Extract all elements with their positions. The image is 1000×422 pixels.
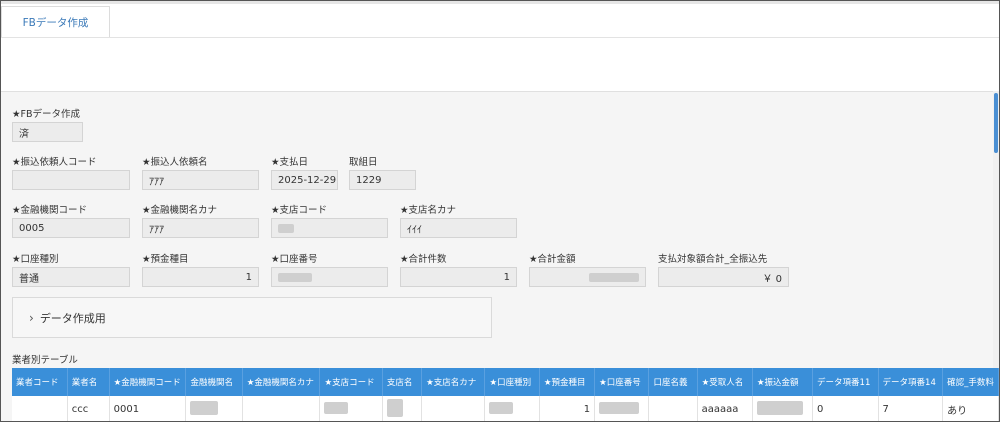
table-header-row: 業者コード 業者名 ★金融機関コード 金融機関名 ★金融機関名カナ ★支店コード… xyxy=(12,368,999,396)
table-cell: aaaaaa xyxy=(697,396,753,421)
redacted-value xyxy=(278,272,312,282)
data-create-section[interactable]: › データ作成用 xyxy=(12,297,492,338)
column-header[interactable]: 業者名 xyxy=(67,368,110,396)
table-cell xyxy=(421,396,486,421)
total-amount-field[interactable] xyxy=(529,267,646,287)
requester-code-label: ★振込依頼人コード xyxy=(12,157,97,168)
branch-code-field[interactable] xyxy=(271,218,388,238)
chevron-right-icon: › xyxy=(29,310,34,325)
redacted-value xyxy=(190,401,219,416)
column-header[interactable]: ★口座種別 xyxy=(484,368,540,396)
bank-kana-field[interactable]: ｱｱｱ xyxy=(142,218,259,238)
column-header[interactable]: ★受取人名 xyxy=(697,368,753,396)
payment-total-field[interactable]: ￥ 0 xyxy=(658,267,789,287)
column-header[interactable]: ★振込金額 xyxy=(752,368,814,396)
table-row[interactable]: ccc 0001 1 aaaaaa 0 7 あり xyxy=(12,396,999,421)
account-number-field[interactable] xyxy=(271,267,388,287)
redacted-value xyxy=(756,401,803,416)
app-window: FBデータ作成 ★FBデータ作成 済 ★振込依頼人コード ★振込人依頼名 ｱｱｱ… xyxy=(0,0,1000,422)
account-number-label: ★口座番号 xyxy=(271,254,318,265)
top-border xyxy=(1,1,999,4)
bank-kana-label: ★金融機関名カナ xyxy=(142,205,218,216)
column-header[interactable]: 金融機関名 xyxy=(185,368,243,396)
table-cell xyxy=(382,396,423,421)
tab-divider xyxy=(1,37,999,38)
table-cell: 1 xyxy=(539,396,596,421)
pay-date-label: ★支払日 xyxy=(271,157,309,168)
requester-code-field[interactable] xyxy=(12,170,130,190)
table-cell xyxy=(484,396,540,421)
branch-kana-field[interactable]: ｲｲｲ xyxy=(400,218,517,238)
column-header[interactable]: 支店名 xyxy=(382,368,423,396)
bank-code-label: ★金融機関コード xyxy=(12,205,88,216)
column-header[interactable]: ★金融機関コード xyxy=(109,368,187,396)
total-amount-label: ★合計金額 xyxy=(529,254,576,265)
table-title: 業者別テーブル xyxy=(12,355,78,366)
table-cell xyxy=(594,396,650,421)
fb-created-label: ★FBデータ作成 xyxy=(12,109,80,120)
fb-created-field[interactable]: 済 xyxy=(12,122,83,142)
table-cell xyxy=(752,396,814,421)
account-type-label: ★口座種別 xyxy=(12,254,59,265)
redacted-value xyxy=(324,402,349,415)
column-header[interactable]: ★預金種目 xyxy=(539,368,596,396)
deposit-item-label: ★預金種目 xyxy=(142,254,189,265)
requester-name-label: ★振込人依頼名 xyxy=(142,157,208,168)
table-cell xyxy=(185,396,243,421)
table-cell: 0 xyxy=(812,396,879,421)
table-cell: 7 xyxy=(878,396,944,421)
column-header[interactable]: ★口座番号 xyxy=(594,368,650,396)
column-header[interactable]: ★支店名カナ xyxy=(421,368,486,396)
table-cell: ccc xyxy=(67,396,110,421)
requester-name-field[interactable]: ｱｱｱ xyxy=(142,170,259,190)
redacted-value xyxy=(589,272,639,282)
total-count-label: ★合計件数 xyxy=(400,254,447,265)
group-date-label: 取組日 xyxy=(349,157,378,168)
group-date-field[interactable]: 1229 xyxy=(349,170,416,190)
redacted-value xyxy=(489,402,514,415)
vendor-table: 業者コード 業者名 ★金融機関コード 金融機関名 ★金融機関名カナ ★支店コード… xyxy=(12,368,999,421)
branch-kana-label: ★支店名カナ xyxy=(400,205,457,216)
section-label: データ作成用 xyxy=(39,311,106,325)
branch-code-label: ★支店コード xyxy=(271,205,328,216)
column-header[interactable]: 確認_手数料 xyxy=(942,368,999,396)
bank-code-field[interactable]: 0005 xyxy=(12,218,130,238)
deposit-item-field[interactable]: 1 xyxy=(142,267,259,287)
scrollbar-thumb[interactable] xyxy=(994,93,998,153)
column-header[interactable]: データ項番14 xyxy=(878,368,944,396)
table-cell xyxy=(242,396,321,421)
account-type-field[interactable]: 普通 xyxy=(12,267,130,287)
column-header[interactable]: ★支店コード xyxy=(319,368,383,396)
table-cell: 0001 xyxy=(109,396,187,421)
table-cell xyxy=(648,396,698,421)
table-cell xyxy=(12,396,68,421)
table-cell xyxy=(319,396,383,421)
tab-fb-data-create[interactable]: FBデータ作成 xyxy=(1,6,110,38)
redacted-value xyxy=(278,223,294,233)
redacted-value xyxy=(386,399,403,418)
column-header[interactable]: ★金融機関名カナ xyxy=(242,368,321,396)
column-header[interactable]: データ項番11 xyxy=(812,368,879,396)
column-header[interactable]: 口座名義 xyxy=(648,368,698,396)
redacted-value xyxy=(599,402,640,415)
column-header[interactable]: 業者コード xyxy=(12,368,68,396)
table-cell: あり xyxy=(942,396,999,421)
total-count-field[interactable]: 1 xyxy=(400,267,517,287)
payment-total-label: 支払対象額合計_全振込先 xyxy=(658,254,768,265)
pay-date-field[interactable]: 2025-12-29 xyxy=(271,170,338,190)
